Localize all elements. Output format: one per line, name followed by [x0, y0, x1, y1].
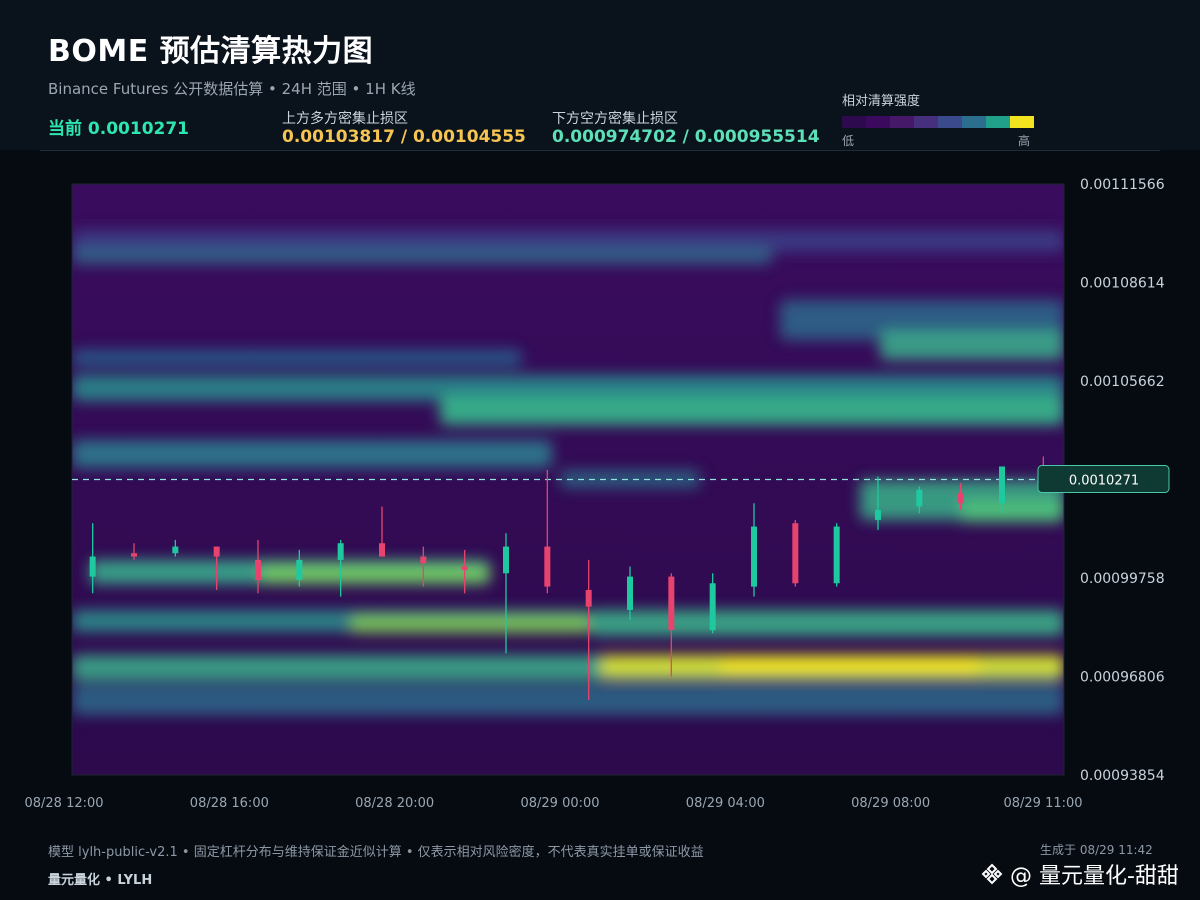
heatmap-band: [590, 610, 1064, 636]
x-tick-label: 08/28 20:00: [355, 796, 434, 811]
current-price-label: 当前 0.0010271: [48, 119, 190, 139]
heatmap-band: [440, 395, 1064, 425]
candle-body: [420, 556, 427, 564]
legend-low-label: 低: [842, 134, 855, 148]
candle-body: [544, 546, 551, 587]
legend-swatch: [890, 116, 914, 128]
heatmap-band: [260, 565, 490, 583]
candle-body: [131, 553, 137, 557]
candle-body: [255, 559, 261, 580]
legend-swatch: [914, 116, 938, 128]
y-tick-label: 0.00111566: [1080, 177, 1165, 193]
legend-swatch: [842, 116, 866, 128]
candle-body: [668, 576, 675, 630]
x-tick-label: 08/29 08:00: [851, 796, 930, 811]
y-tick-label: 0.00099758: [1080, 571, 1165, 587]
legend-swatch: [986, 116, 1010, 128]
heatmap-band: [72, 350, 522, 366]
candle-body: [957, 493, 964, 504]
header-divider: [40, 150, 1160, 151]
x-axis-labels: 08/28 12:00 08/28 16:00 08/28 20:00 08/29 0…: [24, 796, 1082, 811]
lower-zone-value: 0.000974702 / 0.000955514: [552, 127, 820, 147]
candle-body: [875, 509, 881, 520]
model-disclaimer: 模型 lylh-public-v2.1 • 固定杠杆分布与维持保证金近似计算 •…: [48, 845, 704, 860]
candle-body: [89, 556, 96, 577]
legend-title: 相对清算强度: [842, 94, 921, 109]
x-tick-label: 08/29 04:00: [686, 796, 765, 811]
candle-body: [172, 546, 179, 554]
legend-swatch: [962, 116, 986, 128]
x-tick-label: 08/29 11:00: [1003, 796, 1082, 811]
legend-swatch: [1010, 116, 1034, 128]
candle-body: [585, 589, 592, 607]
upper-zone-label: 上方多方密集止损区: [282, 111, 408, 127]
heatmap-band: [72, 685, 1064, 715]
y-tick-label: 0.00105662: [1080, 374, 1165, 390]
x-tick-label: 08/29 00:00: [520, 796, 599, 811]
y-tick-label: 0.00096806: [1080, 670, 1165, 686]
page-title: BOME 预估清算热力图: [48, 34, 374, 69]
heatmap-band: [880, 330, 1064, 360]
candle-body: [379, 543, 385, 557]
watermark-text: @ 量元量化-甜甜: [1010, 864, 1179, 889]
candle-body: [296, 559, 303, 580]
candle-body: [792, 523, 799, 584]
current-price-tag-text: 0.0010271: [1069, 474, 1139, 489]
candle-body: [916, 489, 923, 507]
candle-body: [709, 583, 716, 630]
legend-swatch: [938, 116, 962, 128]
heatmap-band: [720, 658, 980, 674]
binance-logo-icon: [981, 863, 1003, 885]
liquidation-heatmap-chart: 0.00111566 0.00108614 0.00105662 0.00099758…: [24, 160, 1170, 811]
y-tick-label: 0.00108614: [1080, 276, 1165, 292]
y-tick-label: 0.00093854: [1080, 768, 1165, 784]
x-tick-label: 08/28 12:00: [24, 796, 103, 811]
legend-color-scale: [842, 116, 1034, 128]
candle-body: [503, 546, 509, 574]
current-price-tag: 0.0010271: [1037, 465, 1170, 493]
heatmap-band: [72, 248, 772, 264]
heatmap-band: [72, 440, 552, 468]
candle-body: [213, 546, 220, 557]
candle-body: [751, 526, 757, 587]
heatmap-band: [350, 615, 590, 633]
legend-high-label: 高: [1018, 134, 1031, 148]
x-tick-label: 08/28 16:00: [190, 796, 269, 811]
page-subtitle: Binance Futures 公开数据估算 • 24H 范围 • 1H K线: [48, 80, 416, 98]
heatmap-band: [72, 160, 1064, 170]
legend-swatch: [866, 116, 890, 128]
candle-body: [833, 526, 840, 584]
watermark: @ 量元量化-甜甜: [980, 858, 1179, 890]
candle-body: [627, 576, 633, 610]
generated-time: 生成于 08/29 11:42: [1040, 843, 1153, 857]
upper-zone-value: 0.00103817 / 0.00104555: [282, 127, 526, 147]
brand-label: 量元量化 • LYLH: [48, 873, 153, 888]
candle-body: [461, 566, 468, 570]
heatmap-band: [960, 500, 1064, 522]
lower-zone-label: 下方空方密集止损区: [552, 111, 678, 127]
candle-body: [999, 466, 1005, 504]
candle-body: [337, 543, 344, 560]
